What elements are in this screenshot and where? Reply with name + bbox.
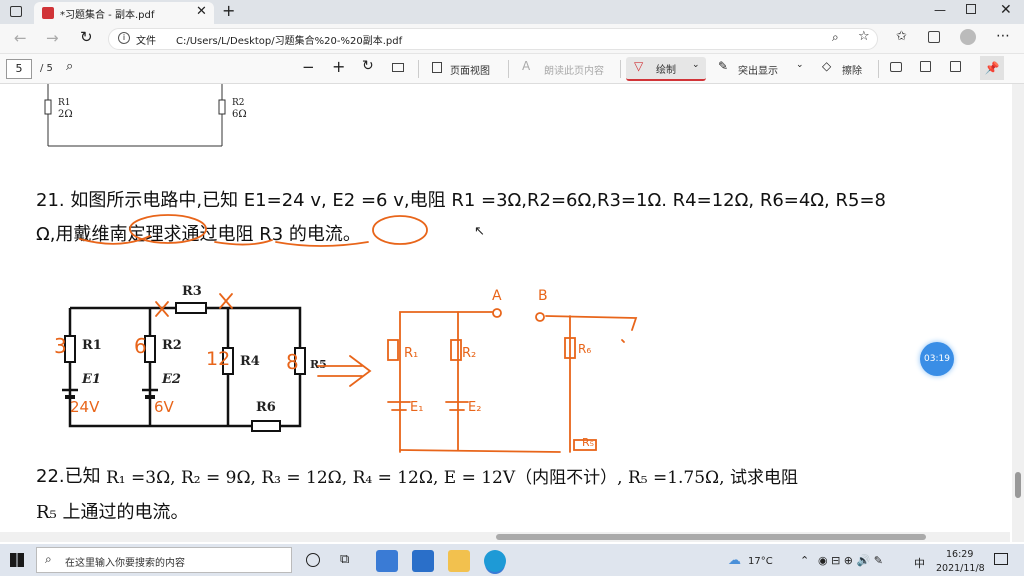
task-view-icon[interactable]: ⧉: [340, 552, 349, 567]
erase-button[interactable]: 擦除: [842, 62, 862, 77]
hw-value-e1: 24V: [70, 398, 100, 416]
tab-title: *习题集合 - 副本.pdf: [60, 10, 155, 21]
notification-icon[interactable]: [994, 553, 1008, 565]
highlight-button[interactable]: 突出显示: [738, 62, 778, 77]
file-label: 文件: [136, 36, 156, 47]
chevron-down-icon[interactable]: ⌄: [796, 60, 804, 70]
hw-node-a: A: [492, 288, 502, 304]
save-as-icon[interactable]: [950, 61, 961, 72]
draw-icon: ▽: [634, 59, 644, 73]
vertical-scrollbar[interactable]: [1012, 84, 1024, 542]
scroll-thumb[interactable]: [496, 534, 926, 540]
page-number-input[interactable]: 5: [6, 59, 32, 79]
read-aloud-button[interactable]: 朗读此页内容: [544, 62, 604, 77]
clock-date[interactable]: 2021/11/8: [936, 563, 985, 574]
page-view-button[interactable]: 页面视图: [450, 62, 490, 77]
back-icon[interactable]: ←: [14, 29, 27, 47]
hw-value-r5: 8: [286, 350, 299, 374]
favorite-icon[interactable]: ☆: [858, 29, 870, 44]
draw-label: 绘制: [656, 65, 676, 76]
fit-page-icon[interactable]: [392, 63, 404, 72]
zoom-icon[interactable]: ⌕: [832, 30, 839, 45]
window-menu-icon[interactable]: [10, 6, 22, 17]
tab-close-icon[interactable]: ✕: [196, 4, 207, 19]
print-icon[interactable]: [890, 62, 902, 72]
ime-indicator[interactable]: 中: [914, 555, 925, 571]
save-icon[interactable]: [920, 61, 931, 72]
more-icon[interactable]: ⋯: [996, 28, 1010, 44]
hw-value-r1: 3: [54, 334, 67, 358]
search-placeholder: 在这里输入你要搜索的内容: [65, 558, 185, 569]
q22-line1-prefix: 22.已知: [36, 466, 101, 487]
q22-line2: R₅ 上通过的电流。: [36, 502, 189, 523]
taskbar-search-input[interactable]: ⌕ 在这里输入你要搜索的内容: [36, 547, 292, 573]
highlight-icon: ✎: [718, 59, 729, 73]
refresh-icon[interactable]: ↻: [80, 28, 93, 46]
hw-value-r4: 12: [206, 348, 231, 370]
handwriting-layer: [79, 214, 638, 453]
hw-label-r6: R₆: [578, 342, 592, 356]
page-total: / 5: [40, 63, 53, 74]
hw-label-r2: R₂: [462, 346, 477, 361]
close-window-icon[interactable]: ✕: [1000, 2, 1012, 18]
hw-value-r2: 6: [134, 334, 147, 358]
rotate-icon[interactable]: ↻: [362, 58, 374, 74]
search-icon: ⌕: [45, 552, 52, 566]
pin-icon[interactable]: 📌: [980, 56, 1004, 80]
search-icon[interactable]: ⌕: [66, 59, 73, 74]
draw-button[interactable]: ▽ 绘制 ⌄: [626, 57, 706, 81]
file-explorer-icon[interactable]: [448, 550, 470, 572]
hw-label-r1: R₁: [404, 346, 419, 361]
clock-time[interactable]: 16:29: [946, 549, 973, 560]
zoom-in-icon[interactable]: +: [332, 57, 345, 76]
toolbar-divider: [878, 60, 879, 78]
weather-temp[interactable]: 17°C: [748, 556, 773, 567]
minimize-icon[interactable]: —: [934, 3, 946, 17]
tab-pdf[interactable]: *习题集合 - 副本.pdf ✕: [34, 2, 214, 24]
page-view-icon: [432, 62, 442, 73]
url-text[interactable]: C:/Users/L/Desktop/习题集合%20-%20副本.pdf: [176, 32, 402, 47]
info-icon[interactable]: i: [118, 32, 130, 44]
scroll-thumb[interactable]: [1015, 472, 1021, 498]
pdf-toolbar: [0, 54, 1024, 84]
collections-icon[interactable]: [928, 31, 940, 43]
maximize-icon[interactable]: [966, 4, 976, 14]
q22-line1: R₁ =3Ω, R₂ = 9Ω, R₃ = 12Ω, R₄ = 12Ω, E =…: [106, 468, 798, 488]
zoom-out-icon[interactable]: −: [302, 58, 315, 76]
hw-value-e2: 6V: [154, 398, 174, 416]
tray-chevron-icon[interactable]: ⌃: [800, 554, 809, 567]
toolbar-divider: [418, 60, 419, 78]
mail-icon[interactable]: [412, 550, 434, 572]
forward-icon[interactable]: →: [46, 29, 59, 47]
tray-icons[interactable]: ◉ ⊟ ⊕ 🔊 ✎: [818, 554, 883, 567]
pdf-icon: [42, 7, 54, 19]
edge-icon[interactable]: [484, 550, 506, 572]
toolbar-divider: [620, 60, 621, 78]
eraser-icon: ◇: [822, 59, 832, 73]
weather-icon[interactable]: ☁: [728, 553, 741, 568]
hw-label-r5: R₅: [582, 436, 595, 449]
timer-badge[interactable]: 03:19: [920, 342, 954, 376]
hw-label-e1: E₁: [410, 400, 424, 415]
cortana-icon[interactable]: [306, 553, 320, 567]
toolbar-divider: [508, 60, 509, 78]
horizontal-scrollbar[interactable]: [0, 532, 1010, 542]
read-aloud-icon: A: [522, 59, 531, 73]
avatar[interactable]: [960, 29, 976, 45]
favorites-list-icon[interactable]: ✩: [896, 29, 907, 44]
chevron-down-icon[interactable]: ⌄: [692, 60, 700, 70]
new-tab-icon[interactable]: +: [222, 1, 235, 20]
hw-label-e2: E₂: [468, 400, 482, 415]
store-icon[interactable]: [376, 550, 398, 572]
windows-start-icon[interactable]: [10, 553, 24, 567]
hw-node-b: B: [538, 288, 548, 304]
